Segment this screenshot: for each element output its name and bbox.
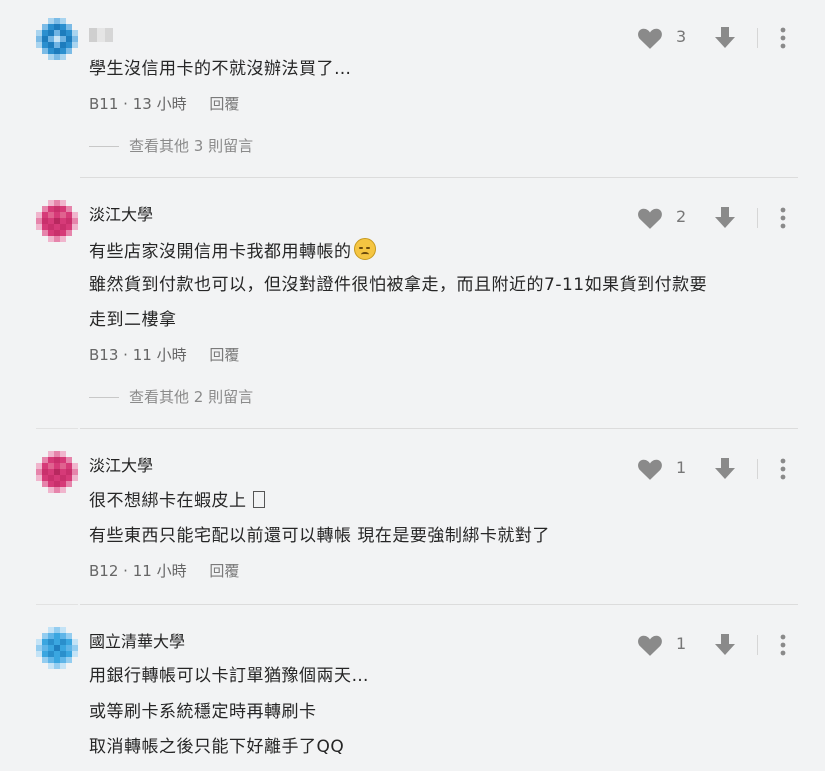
more-vertical-icon[interactable]	[775, 206, 791, 230]
reply-button[interactable]: 回覆	[209, 562, 239, 580]
like-count: 2	[676, 207, 687, 226]
comment-divider	[80, 177, 798, 178]
timestamp: 11 小時	[132, 346, 187, 364]
meta-separator: ·	[123, 562, 128, 580]
heart-icon[interactable]	[636, 633, 664, 657]
comment-text-line: 很不想綁卡在蝦皮上	[89, 491, 247, 511]
author-school[interactable]: 淡江大學	[89, 205, 153, 225]
unrendered-emoji-glyph	[252, 491, 265, 508]
comment-text-line: 雖然貨到付款也可以，但沒對證件很怕被拿走，而且附近的7-11如果貨到付款要	[89, 275, 708, 295]
heart-icon[interactable]	[636, 26, 664, 50]
arrow-down-icon[interactable]	[712, 26, 738, 50]
comment-text: 學生沒信用卡的不就沒辦法買了…	[89, 59, 352, 79]
like-count: 3	[676, 27, 687, 46]
more-vertical-icon[interactable]	[775, 26, 791, 50]
avatar[interactable]	[36, 451, 80, 495]
comment-text-line: 有些東西只能宅配以前還可以轉帳 現在是要強制綁卡就對了	[89, 526, 550, 546]
more-vertical-icon[interactable]	[775, 457, 791, 481]
comment-text-line: 或等刷卡系統穩定時再轉刷卡	[89, 702, 317, 722]
reply-thread-line	[89, 146, 119, 147]
author-school[interactable]: 國立清華大學	[89, 632, 185, 652]
comment-divider-stub	[36, 428, 78, 429]
comment-actions: 1	[636, 633, 806, 657]
comment-actions: 1	[636, 457, 806, 481]
comment-divider-stub	[36, 604, 78, 605]
floor-number: B13	[89, 346, 119, 364]
view-more-replies-link[interactable]: 查看其他 3 則留言	[89, 136, 253, 156]
arrow-down-icon[interactable]	[712, 206, 738, 230]
view-more-replies-link[interactable]: 查看其他 2 則留言	[89, 387, 253, 407]
arrow-down-icon[interactable]	[712, 457, 738, 481]
heart-icon[interactable]	[636, 206, 664, 230]
comment-text-line: 有些店家沒開信用卡我都用轉帳的	[89, 242, 352, 262]
author-name-redacted	[89, 28, 113, 42]
disappointed-face-emoji	[353, 238, 376, 260]
avatar[interactable]	[36, 18, 80, 62]
action-divider	[757, 208, 758, 228]
view-more-replies-label: 查看其他 3 則留言	[129, 137, 254, 155]
floor-number: B12	[89, 562, 119, 580]
like-count: 1	[676, 458, 687, 477]
avatar[interactable]	[36, 200, 80, 244]
heart-icon[interactable]	[636, 457, 664, 481]
comment-meta: B13 · 11 小時 回覆	[89, 345, 239, 365]
meta-separator: ·	[123, 95, 128, 113]
comment-divider	[80, 604, 798, 605]
action-divider	[757, 28, 758, 48]
arrow-down-icon[interactable]	[712, 633, 738, 657]
floor-number: B11	[89, 95, 119, 113]
reply-button[interactable]: 回覆	[209, 346, 239, 364]
comment-text-line: 用銀行轉帳可以卡訂單猶豫個兩天…	[89, 666, 369, 686]
comment-text: 有些店家沒開信用卡我都用轉帳的	[89, 238, 376, 263]
comment-divider	[80, 428, 798, 429]
reply-button[interactable]: 回覆	[209, 95, 239, 113]
timestamp: 11 小時	[132, 562, 187, 580]
meta-separator: ·	[123, 346, 128, 364]
author-school[interactable]: 淡江大學	[89, 456, 153, 476]
comment-actions: 2	[636, 206, 806, 230]
action-divider	[757, 635, 758, 655]
view-more-replies-label: 查看其他 2 則留言	[129, 388, 254, 406]
like-count: 1	[676, 634, 687, 653]
more-vertical-icon[interactable]	[775, 633, 791, 657]
comment-actions: 3	[636, 26, 806, 50]
timestamp: 13 小時	[132, 95, 187, 113]
avatar[interactable]	[36, 627, 80, 671]
comment-text-line: 走到二樓拿	[89, 310, 177, 330]
reply-thread-line	[89, 397, 119, 398]
comment-meta: B11 · 13 小時 回覆	[89, 94, 239, 114]
comment-text: 很不想綁卡在蝦皮上	[89, 490, 265, 512]
action-divider	[757, 459, 758, 479]
comment-meta: B12 · 11 小時 回覆	[89, 561, 239, 581]
comment-text-line: 取消轉帳之後只能下好離手了QQ	[89, 737, 345, 757]
